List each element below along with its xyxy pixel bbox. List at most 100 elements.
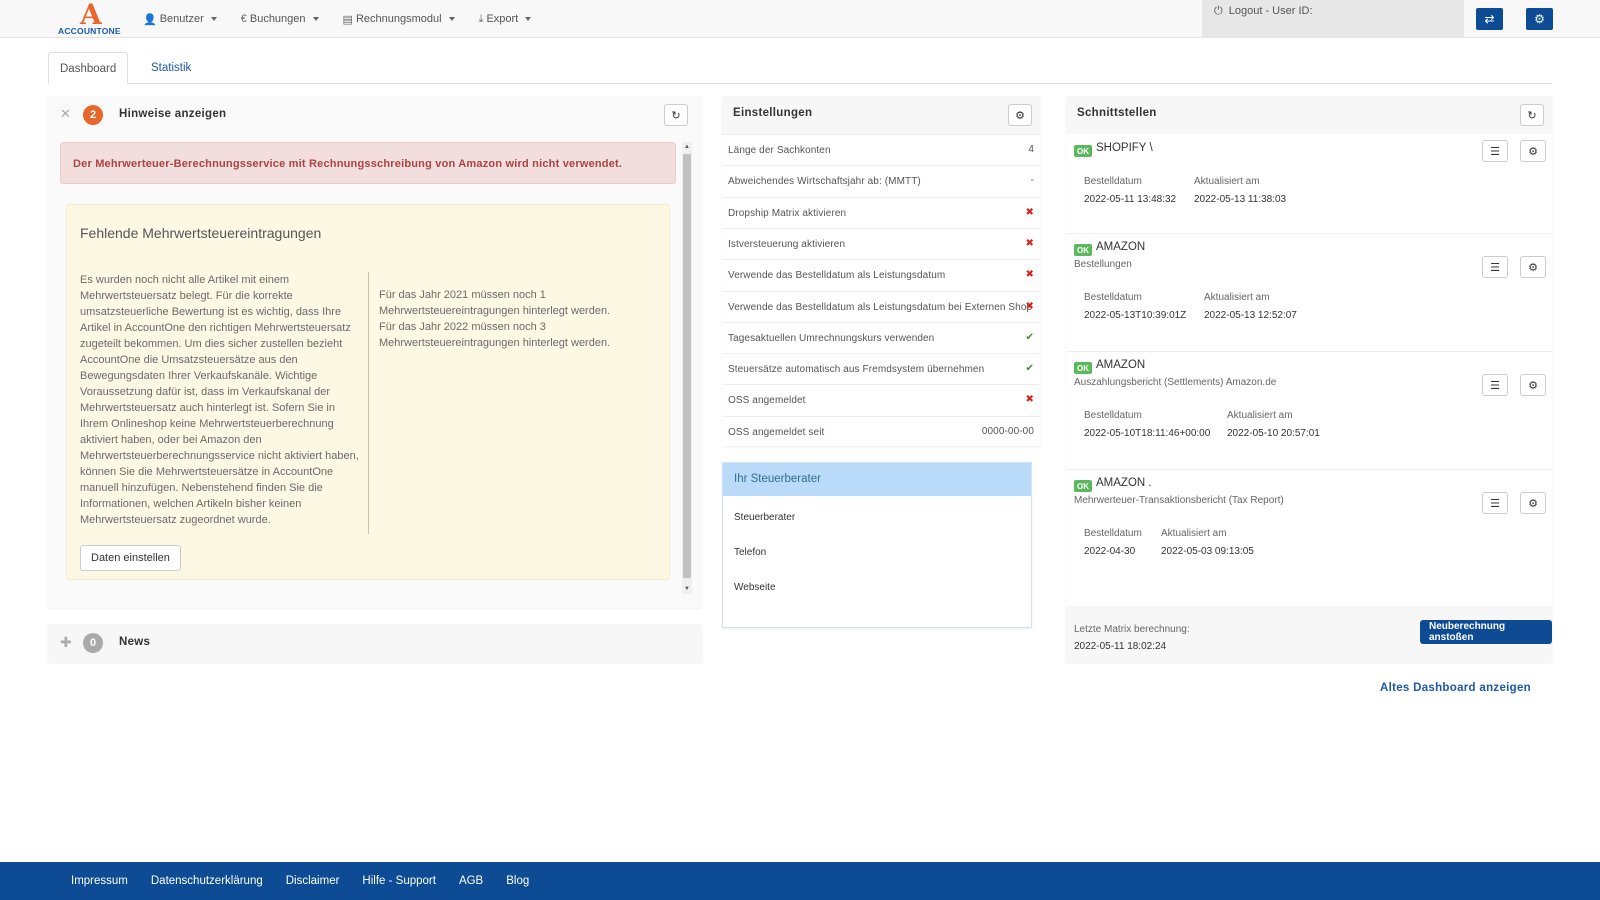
einstellungen-settings-button[interactable]: ⚙ xyxy=(1008,104,1032,126)
footer-link-support[interactable]: Hilfe - Support xyxy=(362,875,436,887)
tab-statistik[interactable]: Statistik xyxy=(140,52,202,84)
setting-label: Istversteuerung aktivieren xyxy=(728,238,846,250)
setting-value: 4 xyxy=(1028,144,1034,155)
menu-export-label: Export xyxy=(486,13,519,25)
einstellungen-row: Länge der Sachkonten 4 xyxy=(722,134,1040,165)
footer-link-impressum[interactable]: Impressum xyxy=(71,875,128,887)
setting-label: Verwende das Bestelldatum als Leistungsd… xyxy=(728,301,1033,313)
interface-settings-button[interactable]: ⚙ xyxy=(1520,492,1546,514)
setting-label: Tagesaktuellen Umrechnungskurs verwenden xyxy=(728,332,935,344)
interface-name: AMAZON xyxy=(1096,359,1146,371)
refresh-icon: ↻ xyxy=(671,109,681,122)
setting-label: OSS angemeldet seit xyxy=(728,426,825,438)
steuerberater-title: Ihr Steuerberater xyxy=(723,463,1031,496)
close-icon[interactable]: ✕ xyxy=(60,106,71,122)
menu-export[interactable]: ⤓ Export xyxy=(479,13,532,26)
settings-button[interactable]: ⚙ xyxy=(1526,8,1553,30)
list-icon: ☰ xyxy=(1490,379,1500,392)
interface-subtitle: Mehrwerteuer-Transaktionsbericht (Tax Re… xyxy=(1074,495,1284,506)
einstellungen-row: OSS angemeldet ✖ xyxy=(722,384,1040,415)
scrollbar[interactable]: ▲ ▼ xyxy=(682,142,692,594)
power-icon: ⏻ xyxy=(1214,5,1223,17)
expand-icon[interactable]: ✚ xyxy=(60,634,72,651)
scroll-down-icon[interactable]: ▼ xyxy=(683,585,691,593)
caret-down-icon xyxy=(312,17,319,21)
setting-label: OSS angemeldet xyxy=(728,395,806,407)
list-button[interactable]: ☰ xyxy=(1482,256,1508,278)
sync-button[interactable]: ⇄ xyxy=(1476,8,1503,30)
interface-item: OK AMAZON Bestellungen ☰ ⚙ Bestelldatum Aktual… xyxy=(1066,234,1552,352)
scroll-up-icon[interactable]: ▲ xyxy=(683,143,691,151)
einstellungen-panel: Einstellungen ⚙ Länge der Sachkonten 4 Abw… xyxy=(722,96,1040,446)
einstellungen-header: Einstellungen ⚙ xyxy=(722,96,1040,134)
hinweise-header: ✕ 2 Hinweise anzeigen ↻ xyxy=(48,96,702,134)
ok-status-badge: OK xyxy=(1074,362,1092,374)
einstellungen-title: Einstellungen xyxy=(733,107,813,119)
schnittstellen-header: Schnittstellen ↻ xyxy=(1066,96,1552,134)
matrix-label: Letzte Matrix berechnung: xyxy=(1074,624,1190,635)
list-button[interactable]: ☰ xyxy=(1482,374,1508,396)
interface-settings-button[interactable]: ⚙ xyxy=(1520,374,1546,396)
webseite-label: Webseite xyxy=(734,582,776,593)
caret-down-icon xyxy=(210,17,217,21)
footer-link-agb[interactable]: AGB xyxy=(459,875,483,887)
invoice-icon: ▤ xyxy=(342,13,353,26)
gear-icon: ⚙ xyxy=(1528,379,1538,392)
gear-icon: ⚙ xyxy=(1534,12,1545,26)
schnittstellen-refresh-button[interactable]: ↻ xyxy=(1520,104,1544,126)
list-button[interactable]: ☰ xyxy=(1482,492,1508,514)
interface-subtitle: Bestellungen xyxy=(1074,259,1132,270)
footer-link-blog[interactable]: Blog xyxy=(506,875,529,887)
check-icon: ✔ xyxy=(1025,331,1034,343)
hinweise-panel: ✕ 2 Hinweise anzeigen ↻ Der Mehrwerteuer… xyxy=(48,96,702,608)
old-dashboard-link[interactable]: Altes Dashboard anzeigen xyxy=(1380,682,1531,694)
footer-link-datenschutz[interactable]: Datenschutzerklärung xyxy=(151,875,263,887)
setting-label: Dropship Matrix aktivieren xyxy=(728,207,847,219)
cross-icon: ✖ xyxy=(1025,394,1034,406)
gear-icon: ⚙ xyxy=(1528,261,1538,274)
footer: Impressum Datenschutzerklärung Disclaime… xyxy=(0,862,1600,900)
menu-buchungen[interactable]: € Buchungen xyxy=(241,13,319,25)
daten-einstellen-button[interactable]: Daten einstellen xyxy=(80,545,181,571)
steuerberater-panel: Ihr Steuerberater Steuerberater Telefon … xyxy=(722,462,1032,628)
hinweise-refresh-button[interactable]: ↻ xyxy=(664,104,688,126)
list-icon: ☰ xyxy=(1490,261,1500,274)
list-button[interactable]: ☰ xyxy=(1482,140,1508,162)
telefon-label: Telefon xyxy=(734,547,767,558)
interface-settings-button[interactable]: ⚙ xyxy=(1520,256,1546,278)
logout-link[interactable]: ⏻ Logout - User ID: xyxy=(1202,0,1464,38)
news-count-badge: 0 xyxy=(83,633,103,653)
gear-icon: ⚙ xyxy=(1015,109,1025,122)
setting-label: Länge der Sachkonten xyxy=(728,145,831,156)
schnittstellen-title: Schnittstellen xyxy=(1077,107,1157,119)
cross-icon: ✖ xyxy=(1025,206,1034,218)
interface-item: OK AMAZON Auszahlungsbericht (Settlements)… xyxy=(1066,352,1552,470)
scrollbar-thumb[interactable] xyxy=(683,154,691,578)
einstellungen-row: Steuersätze automatisch aus Fremdsystem … xyxy=(722,353,1040,384)
gear-icon: ⚙ xyxy=(1528,145,1538,158)
export-icon: ⤓ xyxy=(478,12,484,25)
accountone-logo[interactable]: A ACCOUNTONE xyxy=(58,0,122,37)
menu-benutzer[interactable]: 👤 Benutzer xyxy=(143,13,217,26)
tab-dashboard[interactable]: Dashboard xyxy=(48,52,129,84)
menu-rechnungsmodul[interactable]: ▤ Rechnungsmodul xyxy=(343,13,455,26)
logo-letter: A xyxy=(80,0,102,31)
hinweise-scroll-area[interactable]: Der Mehrwerteuer-Berechnungsservice mit … xyxy=(52,142,692,594)
aktualisiert-label: Aktualisiert am xyxy=(1227,410,1293,421)
refresh-icon: ↻ xyxy=(1527,109,1537,122)
aktualisiert-value: 2022-05-03 09:13:05 xyxy=(1161,546,1254,557)
cross-icon: ✖ xyxy=(1025,237,1034,249)
aktualisiert-value: 2022-05-13 11:38:03 xyxy=(1194,194,1287,205)
einstellungen-row: Verwende das Bestelldatum als Leistungsd… xyxy=(722,290,1040,322)
recalc-button[interactable]: Neuberechnung anstoßen xyxy=(1420,620,1552,644)
aktualisiert-label: Aktualisiert am xyxy=(1161,528,1227,539)
news-title: News xyxy=(119,636,151,648)
cross-icon: ✖ xyxy=(1025,269,1034,281)
bestelldatum-label: Bestelldatum xyxy=(1084,176,1142,187)
bestelldatum-value: 2022-04-30 xyxy=(1084,546,1136,557)
interface-settings-button[interactable]: ⚙ xyxy=(1520,140,1546,162)
missing-vat-years: Für das Jahr 2021 müssen noch 1 Mehrwert… xyxy=(379,287,639,351)
einstellungen-row: Verwende das Bestelldatum als Leistungsd… xyxy=(722,259,1040,290)
footer-link-disclaimer[interactable]: Disclaimer xyxy=(286,875,340,887)
hinweise-title: Hinweise anzeigen xyxy=(119,108,227,120)
